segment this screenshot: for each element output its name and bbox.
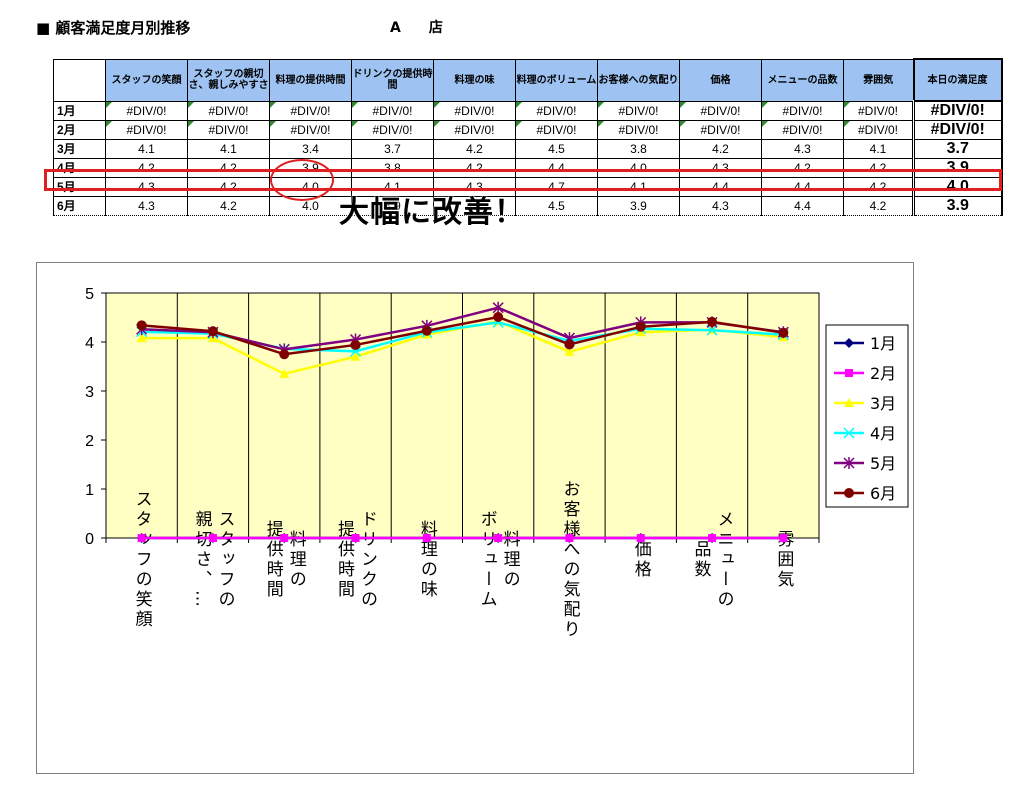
x-category-label: 品数 [691, 540, 712, 580]
y-tick-label: 2 [85, 433, 94, 450]
data-point [350, 339, 361, 350]
x-category-label: お客様への気配り [559, 480, 580, 640]
legend-label: 5月 [870, 454, 896, 473]
data-point [707, 316, 718, 327]
data-point [422, 534, 431, 542]
data-point [136, 320, 147, 331]
data-point [421, 325, 432, 336]
x-category-label: スタッフの [214, 510, 234, 610]
legend-label: 6月 [870, 484, 896, 503]
x-category-label: メニューの [714, 510, 734, 610]
x-category-label: 親切さ、… [191, 510, 212, 610]
legend-marker [845, 369, 853, 377]
x-category-label: ボリューム [477, 510, 497, 610]
y-tick-label: 0 [85, 531, 94, 548]
data-point [635, 321, 646, 332]
legend-label: 2月 [870, 364, 896, 383]
x-category-label: 提供時間 [334, 520, 355, 600]
y-tick-label: 4 [85, 335, 94, 352]
data-point [207, 326, 218, 337]
data-point [779, 534, 788, 542]
legend-label: 4月 [870, 424, 896, 443]
legend-label: 1月 [870, 334, 896, 353]
data-point [636, 534, 645, 542]
y-tick-label: 3 [85, 384, 94, 401]
x-category-label: スタッフの笑顔 [132, 490, 153, 630]
x-category-label: ドリンクの [357, 510, 377, 610]
data-point [564, 339, 575, 350]
y-tick-label: 1 [85, 482, 94, 499]
data-point [565, 534, 574, 542]
data-point [493, 312, 504, 323]
data-point [494, 534, 503, 542]
data-point [708, 534, 717, 542]
legend-marker [844, 488, 854, 498]
line-chart: 012345スタッフの笑顔 スタッフの親切さ、… 料理の提供時間 ドリンクの提供時間料… [85, 286, 909, 640]
data-point [351, 534, 360, 542]
data-point [208, 534, 217, 542]
x-category-label: 料理の味 [417, 520, 438, 600]
data-point [137, 534, 146, 542]
legend-label: 3月 [870, 394, 896, 413]
data-point [279, 349, 290, 360]
x-category-label: 価格 [631, 540, 652, 580]
y-tick-label: 5 [85, 286, 94, 303]
x-category-label: 提供時間 [263, 520, 284, 600]
data-point [778, 327, 789, 338]
data-point [280, 534, 289, 542]
